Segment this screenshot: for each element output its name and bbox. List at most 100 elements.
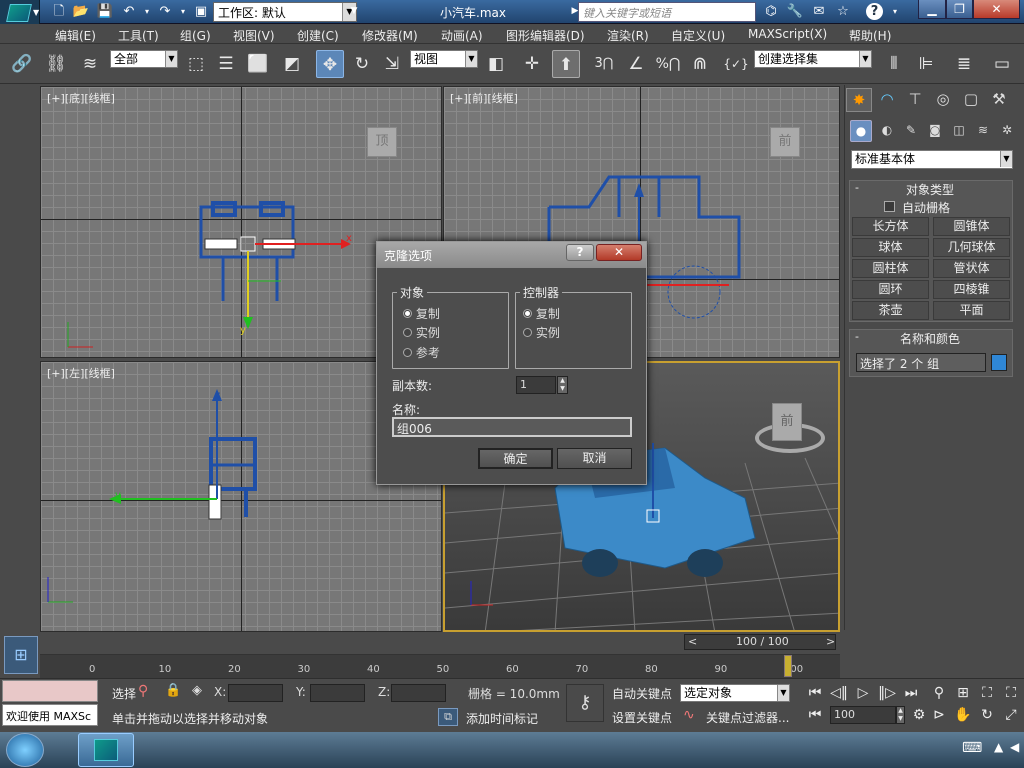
pan-view-icon[interactable]: ✋ (952, 705, 974, 725)
favorites-star-icon[interactable]: ☆ (834, 3, 852, 20)
new-file-icon[interactable]: 🗋 (50, 3, 68, 20)
viewcube-icon[interactable]: 前 (772, 403, 802, 441)
select-manipulate-icon[interactable]: ✛ (518, 50, 546, 78)
name-color-title[interactable]: 名称和颜色 (870, 330, 990, 347)
add-time-tag-label[interactable]: 添加时间标记 (466, 710, 538, 727)
current-frame-input[interactable]: 100 (830, 706, 896, 724)
undo-icon[interactable]: ↶ (120, 3, 138, 20)
controller-copy-option[interactable]: 复制 (523, 305, 560, 322)
menu-help[interactable]: 帮助(H) (849, 27, 891, 44)
cameras-category-icon[interactable]: ◙ (924, 120, 946, 142)
save-file-icon[interactable]: 💾 (96, 3, 114, 20)
binoculars-icon[interactable]: ⌬ (762, 3, 780, 20)
menu-views[interactable]: 视图(V) (233, 27, 275, 44)
systems-category-icon[interactable]: ✲ (996, 120, 1018, 142)
time-configuration-icon[interactable]: ⚙ (908, 705, 930, 725)
absolute-mode-icon[interactable]: ◈ (192, 683, 202, 698)
create-tab-icon[interactable]: ✸ (846, 88, 872, 112)
workspace-dropdown[interactable]: 工作区: 默认 ▼ (213, 2, 357, 22)
rollout-collapse-icon[interactable]: - (855, 181, 859, 194)
auto-key-button[interactable]: 自动关键点 (612, 685, 672, 702)
redo-icon[interactable]: ↷ (156, 3, 174, 20)
select-by-name-icon[interactable]: ☰ (212, 50, 240, 78)
helpers-category-icon[interactable]: ◫ (948, 120, 970, 142)
selection-filter-dropdown[interactable]: 全部 ▼ (110, 50, 178, 68)
current-time-marker[interactable] (784, 655, 792, 677)
app-menu-chevron-icon[interactable]: ▼ (33, 8, 39, 17)
dialog-help-button[interactable]: ? (566, 244, 594, 261)
frame-spinner-arrows-icon[interactable]: ▲ ▼ (896, 706, 905, 724)
project-folder-icon[interactable]: ▣ (192, 3, 210, 20)
isolate-selection-icon[interactable]: ⚲ (138, 683, 148, 699)
object-name-input[interactable]: 选择了 2 个 组 (856, 353, 986, 372)
unlink-icon[interactable]: ⛓ (42, 50, 70, 78)
cone-button[interactable]: 圆锥体 (933, 217, 1010, 236)
cancel-button[interactable]: 取消 (557, 448, 632, 469)
menu-create[interactable]: 创建(C) (297, 27, 339, 44)
menu-graph-editors[interactable]: 图形编辑器(D) (506, 27, 585, 44)
redo-dropdown-icon[interactable]: ▾ (174, 3, 192, 20)
graphite-toolbar-icon[interactable]: ▭ (988, 50, 1016, 78)
orbit-icon[interactable]: ↻ (976, 705, 998, 725)
motion-tab-icon[interactable]: ◎ (930, 88, 956, 112)
field-of-view-icon[interactable]: ⊳ (928, 705, 950, 725)
object-type-title[interactable]: 对象类型 (870, 181, 990, 198)
select-and-scale-icon[interactable]: ⇲ (378, 50, 406, 78)
close-button[interactable]: ✕ (973, 0, 1020, 19)
clone-name-input[interactable]: 组006 (392, 417, 632, 437)
key-mode-toggle-icon[interactable]: ⏮ (804, 705, 826, 725)
menu-maxscript[interactable]: MAXScript(X) (748, 27, 827, 41)
key-tangent-icon[interactable]: ∿ (683, 707, 695, 723)
selection-lock-icon[interactable]: 🔒 (165, 683, 181, 698)
pivot-center-icon[interactable]: ◧ (482, 50, 510, 78)
ok-button[interactable]: 确定 (478, 448, 553, 469)
box-button[interactable]: 长方体 (852, 217, 929, 236)
mirror-icon[interactable]: ⫴ (880, 50, 908, 78)
maximize-viewport-icon[interactable]: ⤢ (1000, 705, 1022, 725)
teapot-button[interactable]: 茶壶 (852, 301, 929, 320)
tube-button[interactable]: 管状体 (933, 259, 1010, 278)
radio-button[interactable] (403, 348, 412, 357)
start-orb-icon[interactable] (6, 733, 44, 767)
select-object-icon[interactable]: ⬚ (182, 50, 210, 78)
autogrid-checkbox[interactable] (884, 201, 895, 212)
minimize-button[interactable]: ▁ (918, 0, 946, 19)
edit-named-selection-icon[interactable]: {✓} (722, 50, 750, 78)
hierarchy-tab-icon[interactable]: ⊤ (902, 88, 928, 112)
keyboard-shortcut-override-icon[interactable]: ⬆ (552, 50, 580, 78)
zoom-icon[interactable]: ⚲ (928, 683, 950, 703)
menu-customize[interactable]: 自定义(U) (671, 27, 725, 44)
previous-frame-icon[interactable]: ◁‖ (828, 683, 850, 703)
communication-center-icon[interactable]: ✉ (810, 3, 828, 20)
geosphere-button[interactable]: 几何球体 (933, 238, 1010, 257)
zoom-all-icon[interactable]: ⊞ (952, 683, 974, 703)
spacewarps-category-icon[interactable]: ≋ (972, 120, 994, 142)
modify-tab-icon[interactable]: ◠ (874, 88, 900, 112)
menu-group[interactable]: 组(G) (180, 27, 211, 44)
object-color-swatch[interactable] (991, 354, 1007, 371)
select-and-rotate-icon[interactable]: ↻ (348, 50, 376, 78)
dialog-close-button[interactable]: ✕ (596, 244, 642, 261)
radio-button[interactable] (523, 328, 532, 337)
taskbar-3dsmax-button[interactable] (78, 733, 134, 767)
radio-button[interactable] (403, 328, 412, 337)
controller-instance-option[interactable]: 实例 (523, 324, 560, 341)
zoom-extents-icon[interactable]: ⛶ (976, 683, 998, 703)
show-tray-icon[interactable]: ▲ (994, 740, 1003, 754)
key-filters-button[interactable]: 关键点过滤器... (706, 709, 789, 726)
align-icon[interactable]: ⊫ (912, 50, 940, 78)
x-coordinate-input[interactable] (228, 684, 283, 702)
viewport-label[interactable]: [+][底][线框] (47, 90, 115, 106)
volume-tray-icon[interactable]: ◀ (1010, 740, 1019, 754)
zoom-extents-all-icon[interactable]: ⛶ (1000, 683, 1022, 703)
play-icon[interactable]: ▷ (852, 683, 874, 703)
utilities-tab-icon[interactable]: ⚒ (986, 88, 1012, 112)
pyramid-button[interactable]: 四棱锥 (933, 280, 1010, 299)
copies-spinner-arrows-icon[interactable]: ▲ ▼ (557, 376, 568, 394)
primitive-type-dropdown[interactable]: 标准基本体 ▼ (851, 150, 1013, 169)
radio-button[interactable] (523, 309, 532, 318)
viewcube-icon[interactable]: 顶 (367, 127, 397, 157)
go-to-start-icon[interactable]: ⏮ (804, 683, 826, 703)
percent-snap-icon[interactable]: %⋂ (654, 50, 682, 78)
z-coordinate-input[interactable] (391, 684, 446, 702)
